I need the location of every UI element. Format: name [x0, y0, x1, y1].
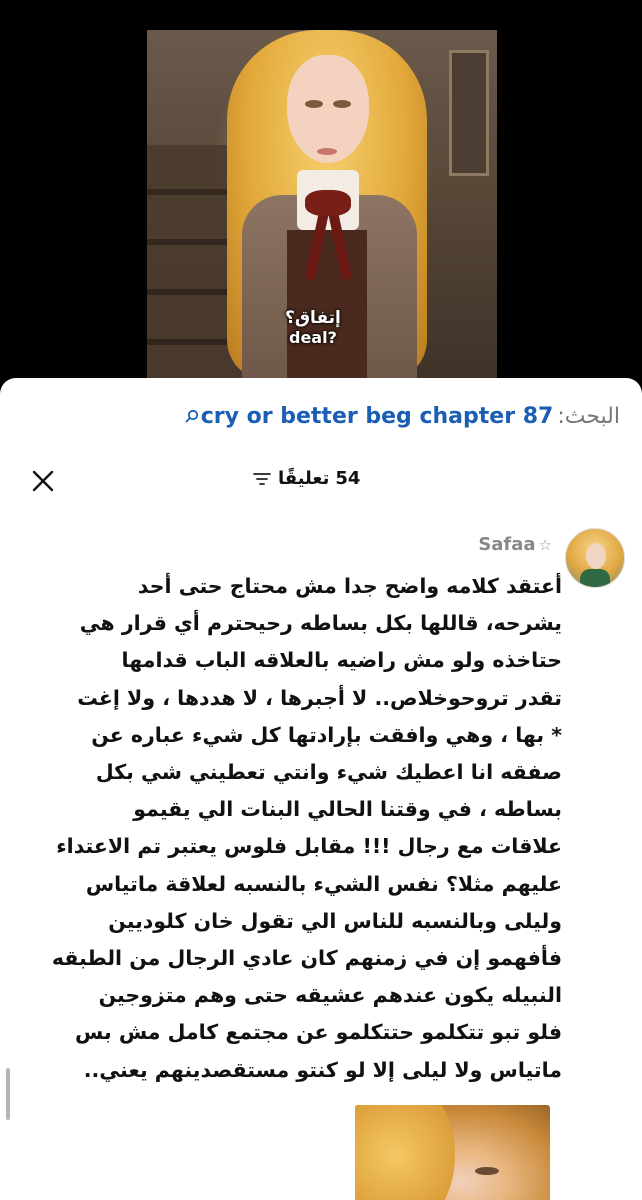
user-avatar[interactable] [565, 528, 625, 588]
wall-frame-background [449, 50, 489, 176]
comment-line: يشرحه، قاللها بكل بساطه رحيحترم أي قرار … [79, 611, 562, 636]
comment-count: 54 [335, 468, 361, 489]
character-bow-tie [305, 190, 351, 216]
comment-text: أعتقد كلامه واضح جدا مش محتاج حتى أحد يشر… [30, 568, 562, 1089]
search-label: البحث: [557, 404, 620, 429]
character-lips [317, 148, 337, 155]
close-icon[interactable] [30, 468, 56, 494]
comment-line: أعتقد كلامه واضح جدا مش محتاج حتى أحد [137, 574, 562, 598]
speech-text: إتفاق؟ deal? [285, 308, 341, 347]
avatar-face [586, 543, 606, 569]
author-name: Safaa [478, 534, 536, 555]
comment-line: النبيله يكون عندهم عشيقه حتى وهم متزوجين [98, 983, 562, 1008]
comment-line: بساطه ، في وقتنا الحالي البنات الي يقيمو [133, 797, 562, 822]
comment-line: عليهم مثلا؟ نفس الشيء بالنسبه لعلاقة مات… [85, 871, 562, 896]
character-eye-right [333, 100, 351, 108]
character-face [287, 55, 369, 163]
search-query-link[interactable]: cry or better beg chapter 87 [201, 404, 554, 429]
comment-line: * بها ، وهي وافقت بإرادتها كل شيء عباره … [91, 722, 562, 747]
character-vest [287, 230, 367, 380]
comment-line: علاقات مع رجال !!! مقابل فلوس يعتبر تم ا… [56, 834, 562, 859]
comment-line: ماتياس ولا ليلى إلا لو كنتو مستقصدينهم ي… [83, 1057, 562, 1082]
avatar-body [580, 569, 610, 587]
comment-line: صفقه انا اعطيك شيء وانتي تعطيني شي بكل [95, 760, 562, 785]
comments-sheet: البحث: cry or better beg chapter 87 54 ت… [0, 378, 642, 1200]
comic-panel-image: إتفاق؟ deal? [147, 30, 497, 380]
comment-line: حتاخذه ولو مش راضيه بالعلاقه الباب قدامه… [121, 648, 562, 673]
comment-line: فلو تبو تتكلمو حتتكلمو عن مجتمع كامل مش … [75, 1020, 562, 1045]
comment-author[interactable]: Safaa ☆ [478, 534, 552, 555]
character-eye-left [305, 100, 323, 108]
filter-icon[interactable] [252, 471, 272, 487]
search-suggestion[interactable]: البحث: cry or better beg chapter 87 [185, 404, 620, 429]
comments-header: 54 تعليقًا [0, 464, 642, 500]
attachment-eye [475, 1167, 499, 1175]
search-icon [185, 404, 199, 422]
attachment-hair [355, 1105, 455, 1200]
speech-text-arabic: إتفاق؟ [285, 308, 341, 328]
comment-attachment-image[interactable] [355, 1105, 550, 1200]
comment-line: وليلى وبالنسبه للناس الي تقول خان كلوديي… [108, 908, 562, 933]
comment-line: تقدر تروحوخلاص.. لا أجبرها ، لا هددها ، … [77, 685, 562, 710]
star-icon: ☆ [538, 535, 552, 554]
comment-count-sort[interactable]: 54 تعليقًا [252, 468, 360, 489]
comment-line: فأفهمو إن في زمنهم كان عادي الرجال من ال… [51, 946, 562, 971]
comment-count-label: تعليقًا [278, 468, 330, 489]
scrollbar[interactable] [6, 1068, 10, 1120]
speech-text-english: deal? [289, 328, 337, 347]
